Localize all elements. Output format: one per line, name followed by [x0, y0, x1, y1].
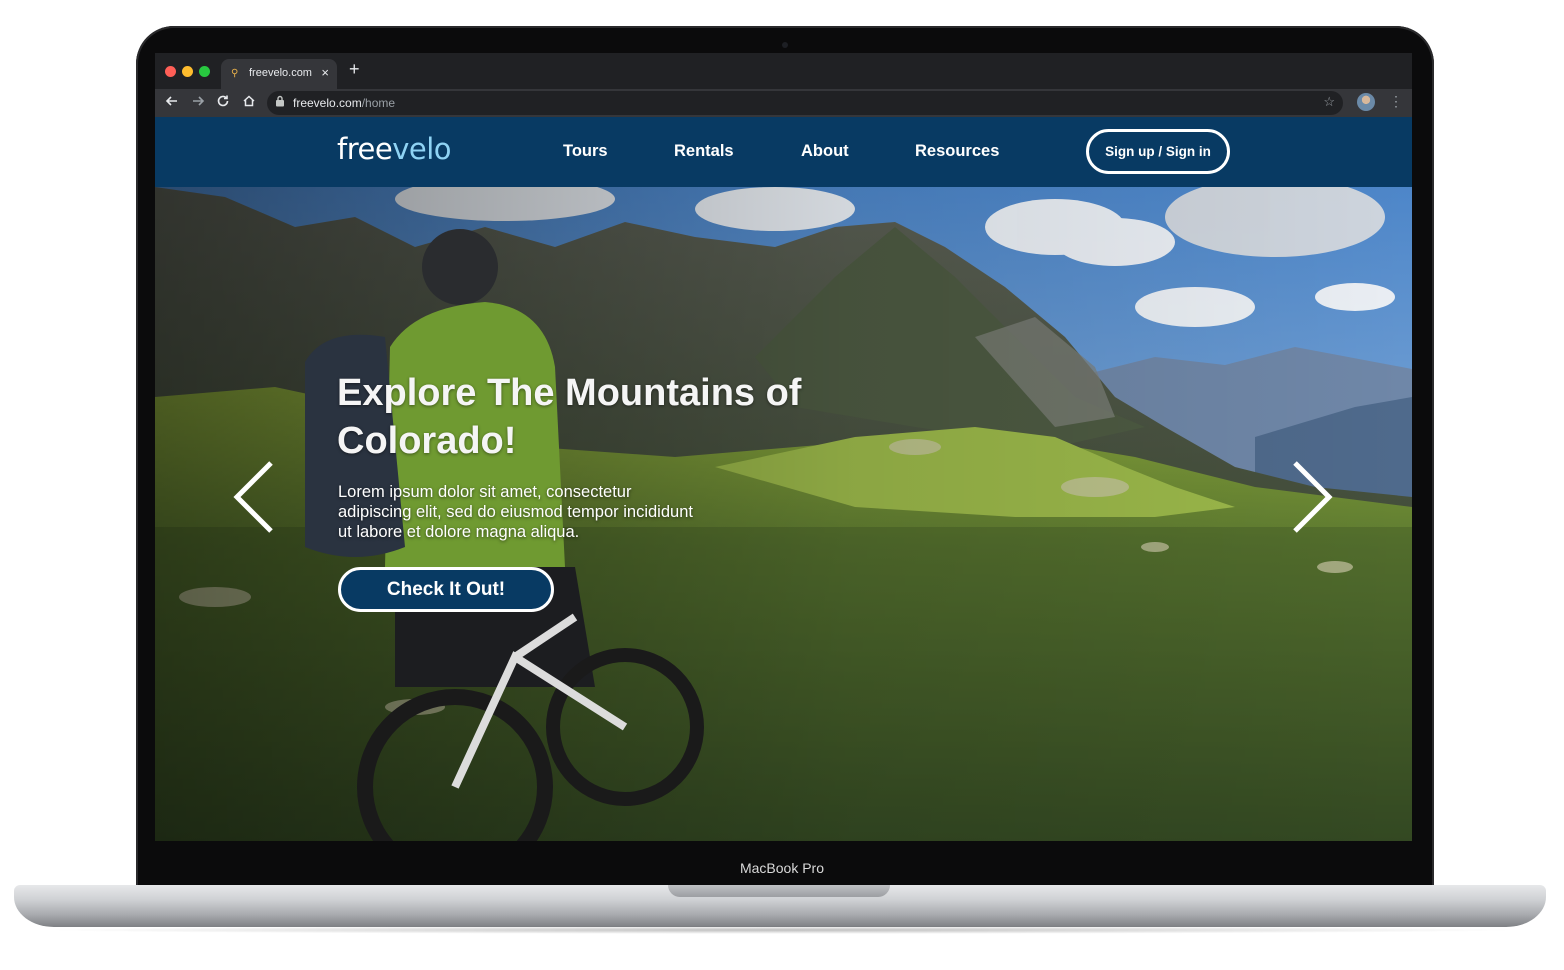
address-bar[interactable]: freevelo.com/home ☆	[267, 91, 1343, 115]
freevelo-logo[interactable]: freevelo	[337, 132, 451, 166]
sign-in-button[interactable]: Sign up / Sign in	[1086, 129, 1230, 174]
url-host: freevelo.com	[293, 96, 362, 110]
laptop-screen: ⚲ freevelo.com × + freevelo.com/home ☆ ⋮	[155, 53, 1412, 841]
logo-suffix: velo	[392, 132, 451, 166]
nav-about[interactable]: About	[801, 142, 849, 161]
forward-icon[interactable]	[191, 94, 205, 111]
back-icon[interactable]	[165, 94, 179, 111]
window-close-button[interactable]	[165, 66, 176, 77]
browser-tab-strip: ⚲ freevelo.com × +	[155, 53, 1412, 89]
home-icon[interactable]	[242, 94, 256, 111]
nav-resources[interactable]: Resources	[915, 142, 999, 161]
tab-title: freevelo.com	[249, 67, 312, 79]
lock-icon	[275, 95, 285, 110]
nav-tours[interactable]: Tours	[563, 142, 608, 161]
hero-description: Lorem ipsum dolor sit amet, consectetur …	[338, 483, 693, 541]
site-favicon-icon: ⚲	[231, 68, 239, 79]
browser-tab[interactable]: ⚲ freevelo.com ×	[221, 59, 337, 89]
laptop-shadow	[40, 926, 1524, 934]
site-header: freevelo Tours Rentals About Resources S…	[155, 117, 1412, 187]
url-text: freevelo.com/home	[293, 96, 395, 110]
webcam-icon	[782, 42, 788, 48]
new-tab-button[interactable]: +	[349, 59, 360, 80]
bookmark-star-icon[interactable]: ☆	[1323, 94, 1335, 110]
url-path: /home	[361, 96, 396, 110]
menu-kebab-icon[interactable]: ⋮	[1389, 93, 1403, 110]
nav-rentals[interactable]: Rentals	[674, 142, 734, 161]
hero-title: Explore The Mountains of Colorado!	[337, 372, 802, 462]
check-it-out-button[interactable]: Check It Out!	[338, 567, 554, 612]
browser-toolbar: freevelo.com/home ☆ ⋮	[155, 89, 1412, 117]
profile-avatar[interactable]	[1357, 93, 1375, 111]
tab-close-icon[interactable]: ×	[321, 65, 329, 80]
hero-carousel: Explore The Mountains of Colorado! Lorem…	[155, 187, 1412, 841]
device-label: MacBook Pro	[739, 860, 825, 876]
window-minimize-button[interactable]	[182, 66, 193, 77]
laptop-notch	[668, 885, 890, 897]
logo-prefix: free	[337, 132, 393, 166]
reload-icon[interactable]	[216, 94, 230, 111]
window-maximize-button[interactable]	[199, 66, 210, 77]
